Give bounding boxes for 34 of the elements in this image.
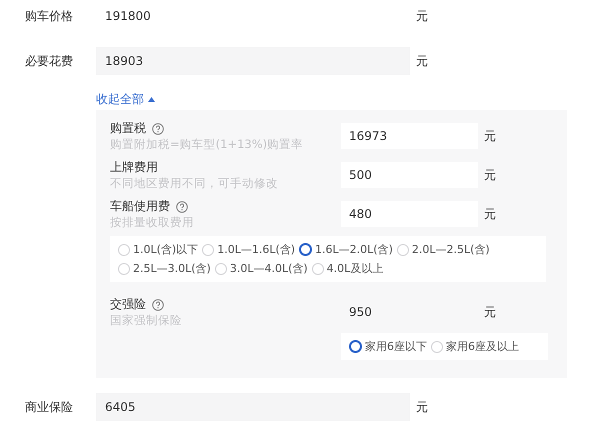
fee-field[interactable]: 950 <box>341 299 478 325</box>
price-field[interactable]: 18903 <box>96 47 410 75</box>
unit-label: 元 <box>484 166 496 184</box>
price-field[interactable]: 6405 <box>96 393 410 421</box>
radio-option[interactable]: 1.0L—1.6L(含) <box>202 242 296 257</box>
unit-label: 元 <box>416 398 428 416</box>
help-icon[interactable] <box>176 200 188 212</box>
field-label: 必要花费 <box>24 52 74 70</box>
unit-label: 元 <box>484 128 496 144</box>
fee-field[interactable]: 480 <box>341 201 478 227</box>
collapse-toggle[interactable]: 收起全部 <box>96 90 155 108</box>
fee-field[interactable]: 16973 <box>341 123 478 149</box>
field-label: 购车价格 <box>24 8 74 24</box>
radio-option[interactable]: 4.0L及以上 <box>312 261 384 276</box>
fee-field[interactable]: 500 <box>341 162 478 188</box>
radio-option[interactable]: 2.5L—3.0L(含) <box>118 261 211 276</box>
unit-label: 元 <box>416 52 428 70</box>
radio-option[interactable]: 1.6L—2.0L(含) <box>299 242 393 257</box>
radio-option[interactable]: 2.0L—2.5L(含) <box>396 242 490 257</box>
fee-label: 交强险 <box>110 296 146 313</box>
help-icon[interactable] <box>152 122 164 134</box>
fee-label: 车船使用费 <box>110 198 170 215</box>
unit-label: 元 <box>484 304 496 320</box>
radio-option[interactable]: 3.0L—4.0L(含) <box>214 261 308 276</box>
help-icon[interactable] <box>152 298 164 310</box>
radio-option[interactable]: 1.0L(含)以下 <box>118 242 198 257</box>
fee-label: 购置税 <box>110 120 146 137</box>
unit-label: 元 <box>416 8 428 24</box>
radio-option[interactable]: 家用6座及以上 <box>431 339 519 354</box>
unit-label: 元 <box>484 206 496 222</box>
fee-label: 上牌费用 <box>110 159 158 176</box>
caret-icon <box>148 96 155 102</box>
field-label: 商业保险 <box>24 398 74 416</box>
radio-option[interactable]: 家用6座以下 <box>349 339 427 354</box>
